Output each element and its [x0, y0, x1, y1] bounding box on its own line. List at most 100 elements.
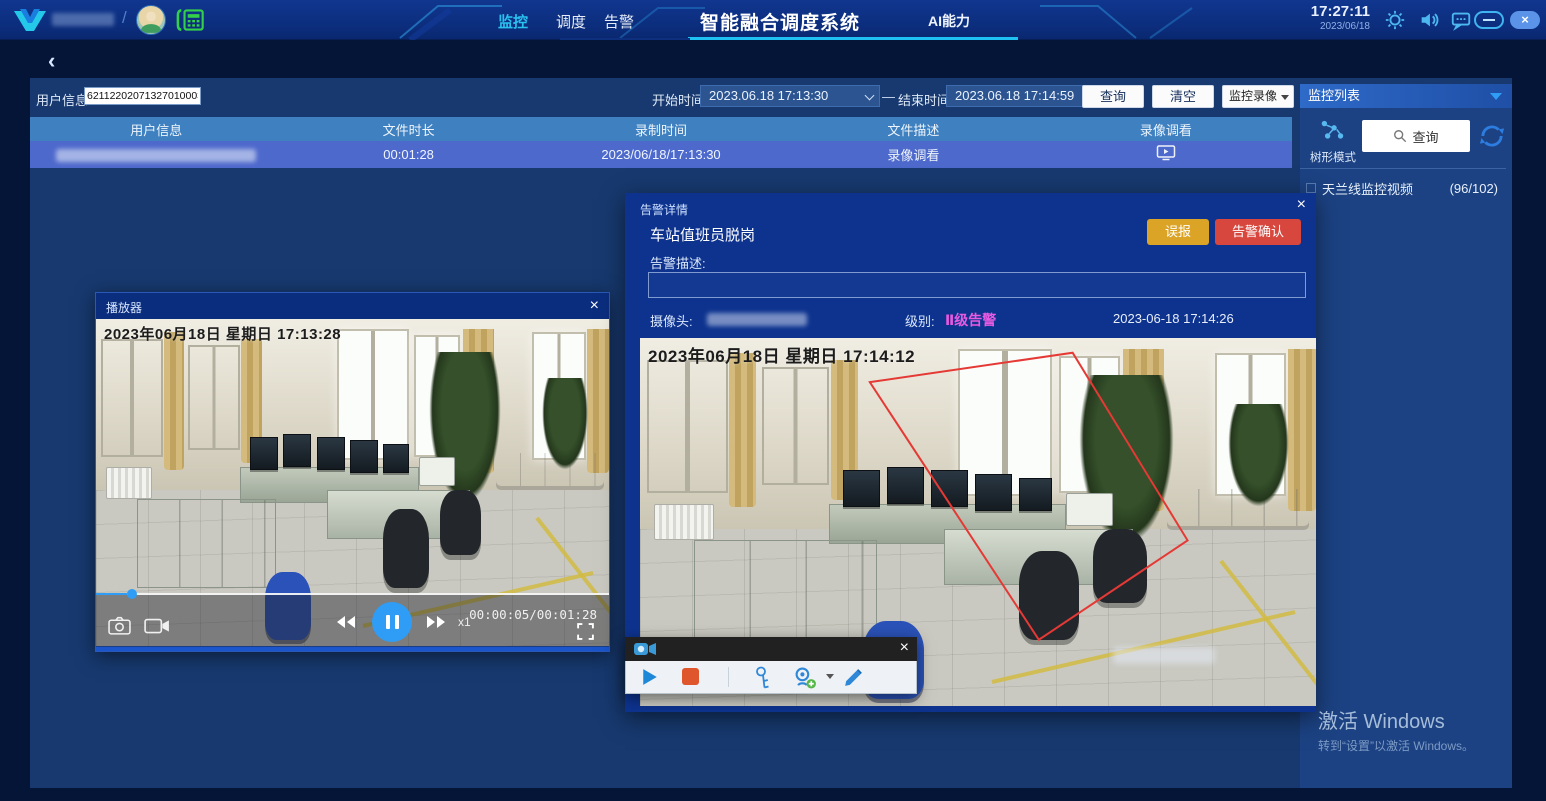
- monitor: [250, 437, 278, 470]
- key-icon[interactable]: [754, 665, 774, 690]
- app-window: / 监控 调度 告警 智能融合调度系统 AI能力 17:27:11 2023/0…: [0, 0, 1546, 801]
- webcam-recorder-icon: [633, 640, 657, 658]
- tree-item-count: (96/102): [1450, 181, 1498, 196]
- playback-monitor-icon[interactable]: [1156, 144, 1176, 162]
- avatar[interactable]: [136, 5, 166, 35]
- tree-mode-button[interactable]: 树形模式: [1306, 118, 1360, 165]
- progress-fill: [96, 593, 127, 595]
- back-button[interactable]: ‹: [48, 50, 55, 72]
- curtain: [164, 332, 185, 470]
- tree-item-video-group[interactable]: 天兰线监控视频 (96/102): [1300, 176, 1506, 200]
- office-chair: [383, 509, 429, 588]
- time-range-dash: —: [882, 89, 895, 104]
- alarm-level-badge: Ⅱ级告警: [945, 310, 996, 330]
- caret-down-icon[interactable]: [826, 674, 834, 679]
- redacted-user-info: [56, 149, 256, 162]
- monitor: [350, 440, 378, 473]
- office-chair: [440, 490, 481, 556]
- start-time-label: 开始时间: [652, 90, 704, 109]
- settings-gear-icon[interactable]: [1384, 9, 1406, 31]
- add-camera-icon[interactable]: [792, 665, 817, 690]
- cell-user-info: [30, 147, 282, 162]
- alarm-desc-input[interactable]: [648, 272, 1306, 298]
- level-label: 级别:: [905, 311, 935, 330]
- col-playback: 录像调看: [1040, 120, 1292, 139]
- minimize-icon: [1483, 19, 1495, 21]
- camera-label: 摄像头:: [650, 311, 693, 330]
- video-timestamp-osd: 2023年06月18日 星期日 17:13:28: [104, 323, 341, 344]
- tab-dispatch[interactable]: 调度: [556, 11, 586, 32]
- player-title: 播放器: [106, 299, 142, 316]
- video-timestamp-osd: 2023年06月18日 星期日 17:14:12: [648, 342, 915, 367]
- tab-monitoring[interactable]: 监控: [498, 11, 528, 32]
- record-type-value: 监控录像: [1229, 89, 1277, 103]
- clock-time: 17:27:11: [1311, 4, 1370, 21]
- recorder-toolbar: ×: [625, 637, 917, 694]
- alarm-detail-popup: 告警详情 × 车站值班员脱岗 误报 告警确认 告警描述: 摄像头: 级别: Ⅱ级…: [625, 193, 1316, 712]
- close-window-button[interactable]: ×: [1510, 11, 1540, 29]
- query-button[interactable]: 查询: [1082, 85, 1144, 108]
- fullscreen-icon[interactable]: [576, 622, 595, 641]
- desk: [137, 499, 276, 588]
- brand-logo-icon: [12, 7, 48, 33]
- speaker-icon[interactable]: [1418, 9, 1440, 31]
- alarm-event-name: 车站值班员脱岗: [650, 224, 755, 245]
- top-bar: / 监控 调度 告警 智能融合调度系统 AI能力 17:27:11 2023/0…: [0, 0, 1546, 40]
- end-time-label: 结束时间: [898, 90, 950, 109]
- window: [101, 339, 163, 457]
- user-info-input[interactable]: [84, 87, 201, 105]
- player-popup: 播放器 ×: [95, 292, 610, 652]
- dial-pad-icon[interactable]: [176, 7, 208, 33]
- playback-time: 00:00:05/00:01:28: [469, 607, 597, 622]
- monitor-list-sidebar: 监控列表 树形模式 查询 天兰线监控视频 (96/102): [1300, 84, 1512, 788]
- tree-checkbox[interactable]: [1306, 183, 1316, 193]
- snapshot-icon[interactable]: [108, 616, 131, 635]
- col-record-time: 录制时间: [535, 120, 787, 139]
- pause-button[interactable]: [372, 602, 412, 642]
- col-user-info: 用户信息: [30, 120, 282, 139]
- player-controls: x1 00:00:05/00:01:28: [96, 593, 609, 647]
- sidebar-query-button[interactable]: 查询: [1362, 120, 1470, 152]
- tab-ai-capability[interactable]: AI能力: [928, 11, 970, 31]
- record-video-icon[interactable]: [144, 617, 170, 635]
- player-close-button[interactable]: ×: [590, 298, 599, 314]
- progress-knob[interactable]: [127, 589, 137, 599]
- pause-icon: [386, 615, 390, 629]
- message-icon[interactable]: [1450, 9, 1472, 31]
- progress-bar[interactable]: [96, 593, 609, 595]
- fast-forward-icon[interactable]: [426, 615, 446, 629]
- clear-button[interactable]: 清空: [1152, 85, 1214, 108]
- edit-pencil-icon[interactable]: [842, 666, 865, 689]
- recorder-close-button[interactable]: ×: [900, 640, 909, 656]
- start-time-field[interactable]: 2023.06.18 17:13:30: [700, 85, 880, 107]
- window: [188, 345, 239, 450]
- sidebar-query-label: 查询: [1412, 127, 1438, 146]
- table-row[interactable]: 00:01:28 2023/06/18/17:13:30 录像调看: [30, 141, 1292, 168]
- user-info-label: 用户信息: [36, 90, 88, 109]
- cell-record-time: 2023/06/18/17:13:30: [535, 147, 787, 162]
- rewind-icon[interactable]: [336, 615, 356, 629]
- cell-duration: 00:01:28: [282, 147, 534, 162]
- recorder-titlebar: ×: [625, 637, 917, 661]
- refresh-icon[interactable]: [1478, 122, 1506, 150]
- record-type-select[interactable]: 监控录像: [1222, 85, 1294, 108]
- player-titlebar: 播放器 ×: [96, 293, 609, 319]
- monitor-list-title: 监控列表: [1308, 88, 1360, 103]
- recorder-controls: [625, 661, 917, 694]
- brand-wordmark: [52, 13, 114, 26]
- search-icon: [1393, 129, 1407, 143]
- alarm-popup-title: 告警详情: [640, 201, 688, 218]
- monitor-list-header[interactable]: 监控列表: [1300, 84, 1512, 108]
- stop-icon[interactable]: [682, 668, 699, 685]
- alarm-close-button[interactable]: ×: [1297, 197, 1306, 213]
- minimize-button[interactable]: [1474, 11, 1504, 29]
- play-icon[interactable]: [642, 668, 658, 686]
- end-time-value: 2023.06.18 17:14:59: [955, 88, 1074, 103]
- printer: [419, 457, 455, 487]
- pause-icon: [395, 615, 399, 629]
- misreport-button[interactable]: 误报: [1147, 219, 1209, 245]
- alarm-confirm-button[interactable]: 告警确认: [1215, 219, 1301, 245]
- tree-mode-label: 树形模式: [1306, 149, 1360, 165]
- cell-description: 录像调看: [787, 145, 1039, 164]
- user-icon: [137, 6, 165, 34]
